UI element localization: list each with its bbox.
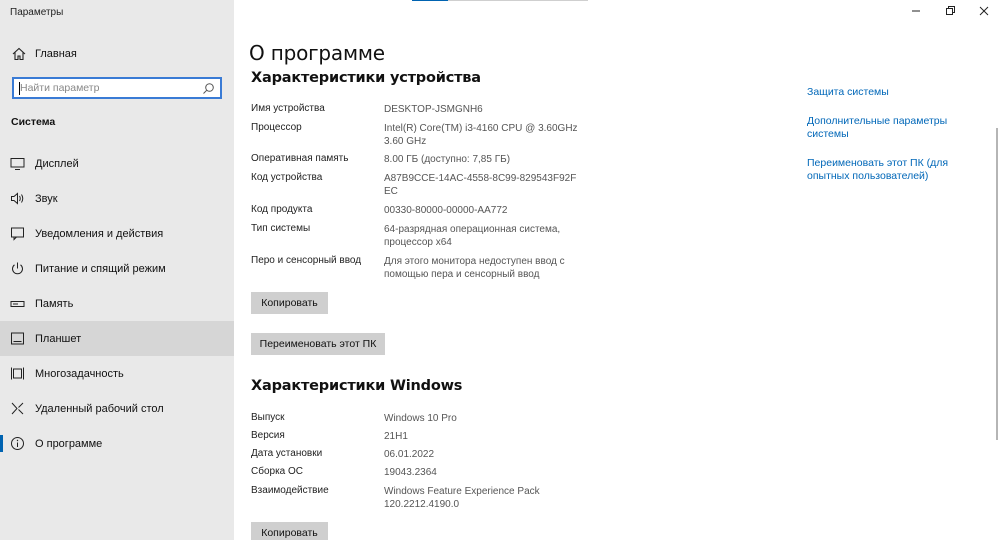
active-indicator (0, 435, 3, 452)
scrollbar[interactable] (996, 128, 998, 440)
sidebar-item-label: О программе (35, 437, 103, 450)
minimize-icon[interactable] (909, 4, 923, 18)
spec-value: Windows 10 Pro (384, 413, 457, 424)
info-icon (11, 437, 24, 450)
spec-label: Сборка ОС (251, 466, 304, 477)
close-icon[interactable] (977, 4, 991, 18)
spec-value: A87B9CCE-14AC-4558-8C99-829543F92FEC (384, 173, 577, 197)
sidebar-item-sound[interactable]: Звук (0, 181, 234, 216)
taskbar-indicator (412, 0, 448, 1)
sidebar-item-multitasking[interactable]: Многозадачность (0, 356, 234, 391)
search-icon[interactable] (202, 82, 215, 95)
system-protection-link[interactable]: Защита системы (807, 86, 967, 99)
spec-label: Перо и сенсорный ввод (251, 255, 362, 266)
maximize-icon[interactable] (943, 4, 957, 18)
spec-label: Выпуск (251, 412, 285, 423)
sidebar-item-label: Многозадачность (35, 367, 124, 380)
tablet-icon (11, 332, 24, 345)
spec-label: Взаимодействие (251, 485, 329, 496)
sidebar-section-header: Система (11, 116, 56, 128)
device-specs-heading: Характеристики устройства (251, 70, 481, 86)
taskbar-indicator-track (448, 0, 588, 1)
sidebar-item-notifications[interactable]: Уведомления и действия (0, 216, 234, 251)
spec-value: Windows Feature Experience Pack 120.2212… (384, 486, 540, 510)
sidebar-item-label: Главная (35, 48, 77, 60)
sidebar-item-label: Уведомления и действия (35, 227, 164, 240)
spec-label: Оперативная память (251, 153, 349, 164)
spec-value: 8.00 ГБ (доступно: 7,85 ГБ) (384, 154, 511, 165)
sidebar-item-label: Память (35, 297, 74, 310)
spec-label: Код продукта (251, 204, 313, 215)
sidebar-item-power[interactable]: Питание и спящий режим (0, 251, 234, 286)
spec-value: Intel(R) Core(TM) i3-4160 CPU @ 3.60GHz … (384, 123, 578, 147)
home-icon (12, 47, 26, 61)
page-title: О программе (249, 41, 385, 65)
sidebar-item-remote-desktop[interactable]: Удаленный рабочий стол (0, 391, 234, 426)
sidebar-item-display[interactable]: Дисплей (0, 146, 234, 181)
sidebar-item-home[interactable]: Главная (0, 40, 234, 68)
spec-value: DESKTOP-JSMGNH6 (384, 104, 483, 115)
spec-value: 00330-80000-00000-AA772 (384, 205, 508, 216)
spec-value: 06.01.2022 (384, 449, 435, 460)
remote-desktop-icon (11, 402, 24, 415)
spec-value: 19043.2364 (384, 467, 437, 478)
sidebar-item-label: Дисплей (35, 157, 79, 170)
sidebar: Параметры Главная Найти параметр Система… (0, 0, 234, 540)
spec-label: Тип системы (251, 223, 311, 234)
sound-icon (11, 192, 24, 205)
copy-windows-specs-button[interactable]: Копировать (251, 522, 328, 540)
sidebar-item-about[interactable]: О программе (0, 426, 234, 461)
app-title: Параметры (10, 7, 64, 18)
sidebar-item-label: Удаленный рабочий стол (35, 402, 164, 415)
sidebar-item-label: Питание и спящий режим (35, 262, 166, 275)
sidebar-item-label: Планшет (35, 332, 82, 345)
spec-value: 21H1 (384, 431, 408, 442)
multitasking-icon (11, 367, 24, 380)
rename-pc-button[interactable]: Переименовать этот ПК (251, 333, 385, 355)
display-icon (10, 158, 25, 170)
windows-specs-heading: Характеристики Windows (251, 378, 463, 394)
spec-value: 64-разрядная операционная система, проце… (384, 224, 561, 248)
spec-label: Дата установки (251, 448, 323, 459)
sidebar-item-tablet[interactable]: Планшет (0, 321, 234, 356)
copy-device-specs-button[interactable]: Копировать (251, 292, 328, 314)
sidebar-item-storage[interactable]: Память (0, 286, 234, 321)
search-input[interactable]: Найти параметр (12, 77, 222, 99)
rename-pc-advanced-link[interactable]: Переименовать этот ПК (для опытных польз… (807, 157, 957, 183)
main-content: О программе Характеристики устройства Им… (234, 0, 1000, 540)
advanced-system-settings-link[interactable]: Дополнительные параметры системы (807, 115, 957, 141)
notifications-icon (11, 227, 24, 241)
spec-label: Версия (251, 430, 285, 441)
search-placeholder: Найти параметр (20, 82, 100, 94)
storage-icon (10, 301, 25, 307)
sidebar-item-label: Звук (35, 192, 58, 205)
spec-label: Имя устройства (251, 103, 325, 114)
spec-value: Для этого монитора недоступен ввод с пом… (384, 256, 565, 280)
spec-label: Код устройства (251, 172, 323, 183)
spec-label: Процессор (251, 122, 302, 133)
power-icon (12, 262, 23, 275)
